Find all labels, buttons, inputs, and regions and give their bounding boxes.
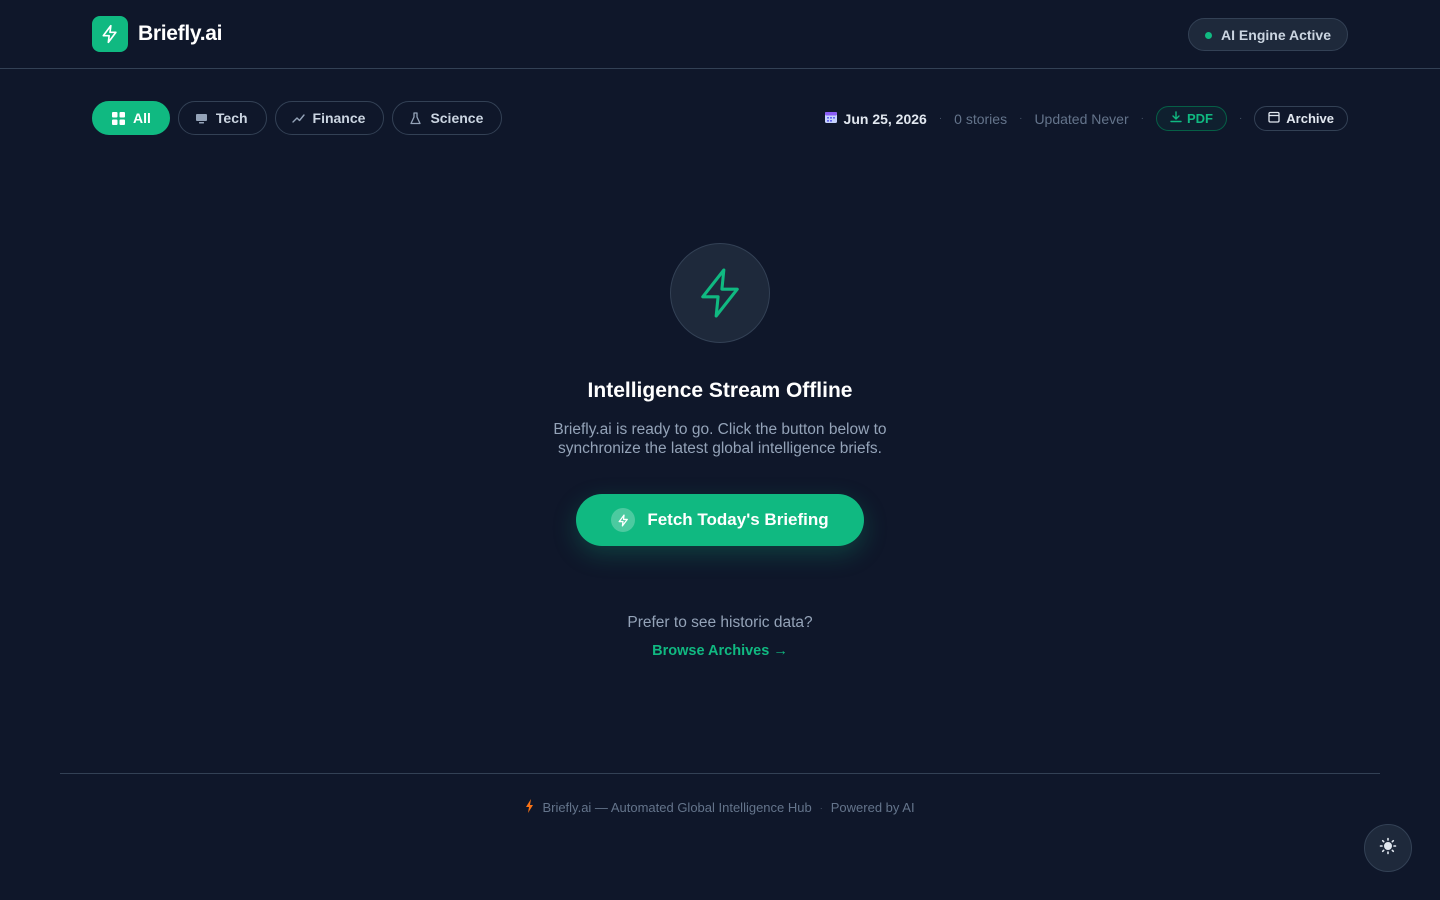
pdf-label: PDF <box>1186 111 1213 126</box>
meta-separator: · <box>1140 113 1144 124</box>
trend-icon <box>291 112 305 125</box>
lightning-footer-icon <box>525 799 534 816</box>
calendar-icon <box>824 110 838 127</box>
fetch-briefing-label: Fetch Today's Briefing <box>647 510 829 529</box>
footer-text: Briefly.ai — Automated Global Intelligen… <box>542 800 812 815</box>
filter-science-button[interactable]: Science <box>392 101 503 135</box>
meta-separator: · <box>938 113 943 124</box>
top-header: Briefly.ai AI Engine Active <box>0 0 1440 69</box>
briefing-meta-bar: Jun 25, 2026 · 0 stories · Updated Never… <box>824 106 1348 131</box>
footer: Briefly.ai — Automated Global Intelligen… <box>0 799 1440 816</box>
brand-name: Briefly.ai <box>138 22 223 45</box>
filter-tech-label: Tech <box>215 110 248 126</box>
historic-prompt: Prefer to see historic data? <box>627 614 813 631</box>
grid-icon <box>112 111 125 125</box>
lightning-logo-icon <box>92 16 128 52</box>
filter-all-label: All <box>133 110 151 126</box>
monitor-icon <box>195 112 208 125</box>
footer-separator: · <box>819 802 823 813</box>
last-updated: Updated Never <box>1034 110 1129 127</box>
status-dot-icon <box>1205 32 1213 39</box>
theme-toggle-button[interactable] <box>1364 824 1412 872</box>
meta-separator: · <box>1238 113 1243 124</box>
empty-state-description: Briefly.ai is ready to go. Click the but… <box>553 421 887 457</box>
footer-divider <box>60 773 1380 774</box>
download-icon <box>1170 111 1182 126</box>
story-count: 0 stories <box>954 110 1008 127</box>
filter-science-label: Science <box>430 110 484 126</box>
filter-finance-label: Finance <box>312 110 366 126</box>
lightning-hero-icon <box>670 243 770 343</box>
pdf-download-button[interactable]: PDF <box>1155 106 1227 131</box>
fetch-briefing-button[interactable]: Fetch Today's Briefing <box>576 494 864 546</box>
archive-label: Archive <box>1286 111 1334 126</box>
browse-archives-link[interactable]: Browse Archives → <box>652 643 788 659</box>
archive-box-icon <box>1268 111 1280 126</box>
engine-status-label: AI Engine Active <box>1221 26 1331 43</box>
engine-status-badge: AI Engine Active <box>1188 18 1348 51</box>
flask-icon <box>409 111 422 125</box>
category-filters: All Tech Finance Science <box>92 101 503 135</box>
briefing-date: Jun 25, 2026 <box>824 110 927 127</box>
filter-finance-button[interactable]: Finance <box>274 101 385 135</box>
brand[interactable]: Briefly.ai <box>92 16 222 52</box>
briefing-date-label: Jun 25, 2026 <box>843 110 927 127</box>
sun-icon <box>1379 837 1397 860</box>
archive-button[interactable]: Archive <box>1254 106 1348 131</box>
lightning-icon <box>611 508 636 532</box>
meta-separator: · <box>1019 113 1023 124</box>
browse-archives-container: Browse Archives → <box>0 643 1440 659</box>
filter-all-button[interactable]: All <box>92 101 170 135</box>
filter-tech-button[interactable]: Tech <box>177 101 267 135</box>
powered-by: Powered by AI <box>830 800 915 815</box>
empty-state-title: Intelligence Stream Offline <box>587 379 853 402</box>
